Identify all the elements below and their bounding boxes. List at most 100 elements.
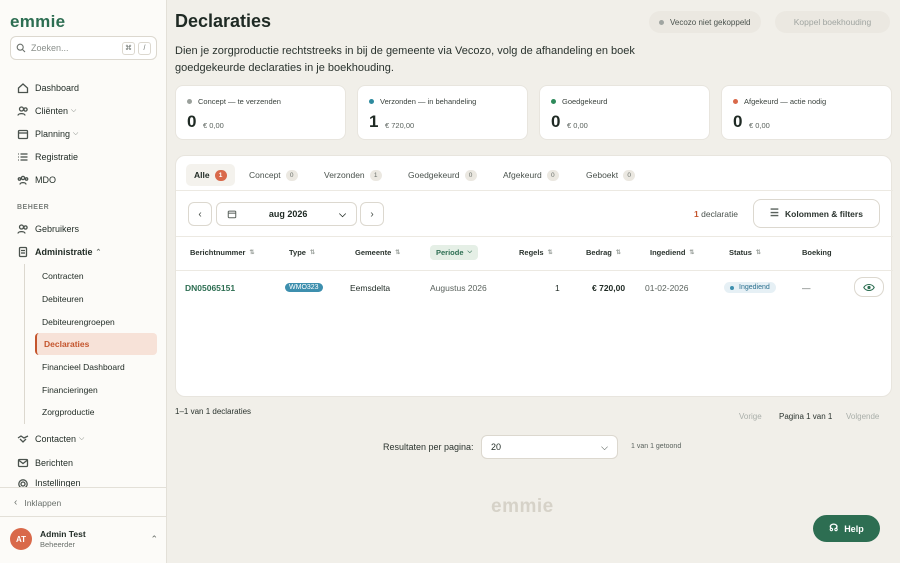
sidebar: emmie Zoeken... ⌘ / Dashboard Cliënten ⌵… [0,0,167,563]
shortcut-slash: / [138,41,151,55]
tab-alle[interactable]: Alle 1 [186,164,235,186]
nav-registratie-label: Registratie [35,152,79,162]
tab-goedgekeurd[interactable]: Goedgekeurd 0 [400,164,485,186]
col-periode[interactable]: Periode ⌵ [430,245,479,260]
tab-afgekeurd[interactable]: Afgekeurd 0 [495,164,567,186]
col-regels[interactable]: Regels ⇅ [519,248,553,257]
sort-icon: ⇅ [689,250,695,256]
page-indicator: Pagina 1 van 1 [779,412,833,421]
stat-count: 0 [733,112,743,131]
stat-card-goedgekeurd[interactable]: Goedgekeurd 0 € 0,00 [539,85,710,140]
rpp-label: Resultaten per pagina: [383,442,474,452]
divider [176,270,893,271]
month-select[interactable]: aug 2026 ⌵ [216,202,357,226]
tab-verzonden[interactable]: Verzonden 1 [316,164,390,186]
cell-boeking: — [802,283,811,293]
nav-debiteurengroepen[interactable]: Debiteurengroepen [35,311,157,333]
col-berichtnummer[interactable]: Berichtnummer ⇅ [190,248,254,257]
tab-count: 0 [623,169,636,181]
search-icon [16,43,26,53]
stat-card-concept[interactable]: Concept — te verzenden 0 € 0,00 [175,85,346,140]
vecozo-status-badge: Vecozo niet gekoppeld [649,11,761,33]
user-name: Admin Test [40,529,86,539]
calendar-icon [17,129,29,140]
nav-instellingen[interactable]: Instellingen [17,478,81,487]
tab-label: Verzonden [324,170,365,180]
col-bedrag[interactable]: Bedrag ⇅ [586,248,621,257]
nav-debiteuren[interactable]: Debiteuren [35,288,157,310]
col-gemeente[interactable]: Gemeente ⇅ [355,248,400,257]
prev-month-button[interactable]: ‹ [188,202,212,226]
sort-icon: ⇅ [395,250,401,256]
submenu-line [24,264,25,424]
chevron-up-icon: ⌃ [150,533,158,544]
team-icon [17,175,29,185]
home-icon [17,83,29,94]
help-label: Help [844,523,864,534]
tab-concept[interactable]: Concept 0 [241,164,306,186]
col-label: Regels [519,248,544,257]
col-label: Berichtnummer [190,248,246,257]
nav-financieel-dashboard[interactable]: Financieel Dashboard [35,356,157,378]
kolommen-filters-button[interactable]: ☰ Kolommen & filters [753,199,880,228]
nav-berichten-label: Berichten [35,458,74,468]
tab-geboekt[interactable]: Geboekt 0 [578,164,643,186]
status-dot [187,99,192,104]
nav-instellingen-label: Instellingen [35,478,81,487]
nav-mdo[interactable]: MDO [17,174,56,186]
nav-zorgproductie[interactable]: Zorgproductie [35,401,157,423]
col-status[interactable]: Status ⇅ [729,248,761,257]
chevron-down-icon: ⌵ [79,435,85,442]
cell-berichtnummer[interactable]: DN05065151 [185,283,235,293]
nav-financieringen[interactable]: Financieringen [35,379,157,401]
prev-page-button[interactable]: Vorige [739,412,762,421]
page-intro: Dien je zorgproductie rechtstreeks in bi… [175,45,635,74]
nav-administratie[interactable]: Administratie ⌃ [17,246,101,258]
col-type[interactable]: Type ⇅ [289,248,315,257]
user-menu[interactable]: AT Admin Test Beheerder ⌃ [10,528,158,550]
nav-dashboard[interactable]: Dashboard [17,82,79,94]
search-placeholder: Zoeken... [31,43,69,53]
vecozo-status-label: Vecozo niet gekoppeld [670,17,751,27]
tab-count: 0 [546,169,559,181]
nav-berichten[interactable]: Berichten [17,457,73,469]
status-dot [659,19,664,25]
collapse-button[interactable]: ‹ Inklappen [14,497,61,508]
stat-card-afgekeurd[interactable]: Afgekeurd — actie nodig 0 € 0,00 [721,85,892,140]
sort-icon: ⇅ [309,250,315,256]
stat-amount: € 720,00 [385,121,415,130]
chevron-down-icon: ⌵ [601,441,608,452]
stat-label: Afgekeurd — actie nodig [744,97,827,106]
collapse-label: Inklappen [24,497,62,508]
eye-icon [863,283,875,291]
rpp-select[interactable]: 20 ⌵ [481,435,618,459]
chevron-down-icon: ⌵ [339,208,346,219]
sort-icon: ⇅ [249,250,255,256]
nav-gebruikers[interactable]: Gebruikers [17,223,79,235]
tab-label: Geboekt [586,170,619,180]
stat-count: 1 [369,112,379,131]
sort-desc-icon: ⌵ [467,249,473,255]
col-label: Gemeente [355,248,392,257]
col-ingediend[interactable]: Ingediend ⇅ [650,248,694,257]
app-logo[interactable]: emmie [10,12,65,32]
nav-gebruikers-label: Gebruikers [35,224,80,234]
document-icon [18,246,28,258]
stat-card-verzonden[interactable]: Verzonden — in behandeling 1 € 720,00 [357,85,528,140]
help-button[interactable]: ☊ Help [813,515,880,542]
nav-registratie[interactable]: Registratie [17,151,78,163]
view-button[interactable] [854,277,884,297]
chevron-right-icon: › [370,208,374,220]
nav-declaraties[interactable]: Declaraties [35,333,157,355]
count-label: declaratie [701,209,738,219]
next-page-button[interactable]: Volgende [846,412,879,421]
koppel-boekhouding-button[interactable]: Koppel boekhouding [775,11,890,33]
nav-planning[interactable]: Planning ⌵ [17,128,78,140]
avatar: AT [10,528,32,550]
next-month-button[interactable]: › [360,202,384,226]
nav-contracten[interactable]: Contracten [35,265,157,287]
tab-count: 1 [214,169,227,181]
nav-contacten[interactable]: Contacten ⌵ [17,433,84,445]
search-input[interactable]: Zoeken... ⌘ / [10,36,157,60]
nav-clienten[interactable]: Cliënten ⌵ [17,105,76,117]
